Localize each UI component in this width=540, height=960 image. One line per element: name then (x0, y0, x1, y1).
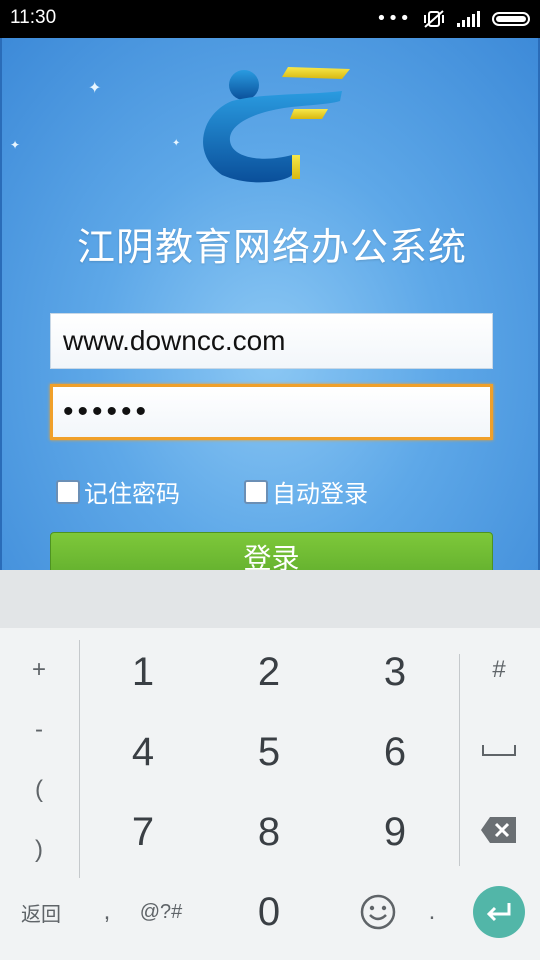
sparkle-decoration: ✦ (88, 78, 102, 97)
login-screen: ✦ ✦ ✦ 江阴教育网络办公系统 www.downcc.com •••••• 记… (0, 38, 540, 570)
enter-icon (486, 903, 511, 922)
remember-password-checkbox[interactable] (56, 479, 80, 504)
backspace-key[interactable] (480, 815, 518, 845)
minus-key[interactable]: - (4, 702, 74, 758)
auto-login-label: 自动登录 (272, 480, 368, 508)
backspace-icon (481, 817, 516, 843)
period-key[interactable]: . (397, 884, 467, 940)
plus-key[interactable]: + (4, 642, 74, 698)
signal-icon (457, 11, 480, 27)
status-icons: ••• (376, 7, 530, 31)
password-input[interactable]: •••••• (50, 384, 493, 440)
digit-1-key[interactable]: 1 (88, 637, 198, 707)
keyboard-top-bar (0, 570, 540, 628)
digit-0-key[interactable]: 0 (214, 877, 324, 947)
digit-4-key[interactable]: 4 (88, 717, 198, 787)
app-title: 江阴教育网络办公系统 (76, 225, 467, 269)
keyboard-divider (79, 640, 80, 878)
remember-password-option[interactable]: 记住密码 (56, 474, 180, 509)
digit-5-key[interactable]: 5 (214, 717, 324, 787)
digit-6-key[interactable]: 6 (340, 717, 450, 787)
sparkle-decoration: ✦ (10, 138, 21, 152)
remember-password-label: 记住密码 (84, 480, 180, 508)
mute-vibrate-icon (424, 10, 444, 28)
space-icon (482, 745, 516, 756)
digit-2-key[interactable]: 2 (214, 637, 324, 707)
app-logo (203, 67, 350, 183)
hash-key[interactable]: # (464, 642, 534, 698)
keyboard-divider (459, 654, 460, 866)
emoji-icon (360, 894, 396, 930)
back-key[interactable]: 返回 (6, 884, 76, 940)
username-input[interactable]: www.downcc.com (50, 313, 493, 369)
sparkle-decoration: ✦ (172, 138, 181, 149)
status-time: 11:30 (10, 7, 57, 28)
digit-7-key[interactable]: 7 (88, 797, 198, 867)
login-button[interactable]: 登录 (50, 532, 493, 570)
status-bar: 11:30 ••• (0, 0, 540, 38)
enter-key[interactable] (473, 886, 525, 938)
space-key[interactable] (464, 722, 534, 778)
auto-login-option[interactable]: 自动登录 (244, 474, 368, 509)
symbols-key[interactable]: @?# (126, 884, 196, 940)
digit-8-key[interactable]: 8 (214, 797, 324, 867)
battery-icon (492, 12, 530, 26)
more-dots-icon: ••• (376, 8, 411, 29)
digit-3-key[interactable]: 3 (340, 637, 450, 707)
auto-login-checkbox[interactable] (244, 479, 268, 504)
open-paren-key[interactable]: ( (4, 762, 74, 818)
close-paren-key[interactable]: ) (4, 822, 74, 878)
digit-9-key[interactable]: 9 (340, 797, 450, 867)
